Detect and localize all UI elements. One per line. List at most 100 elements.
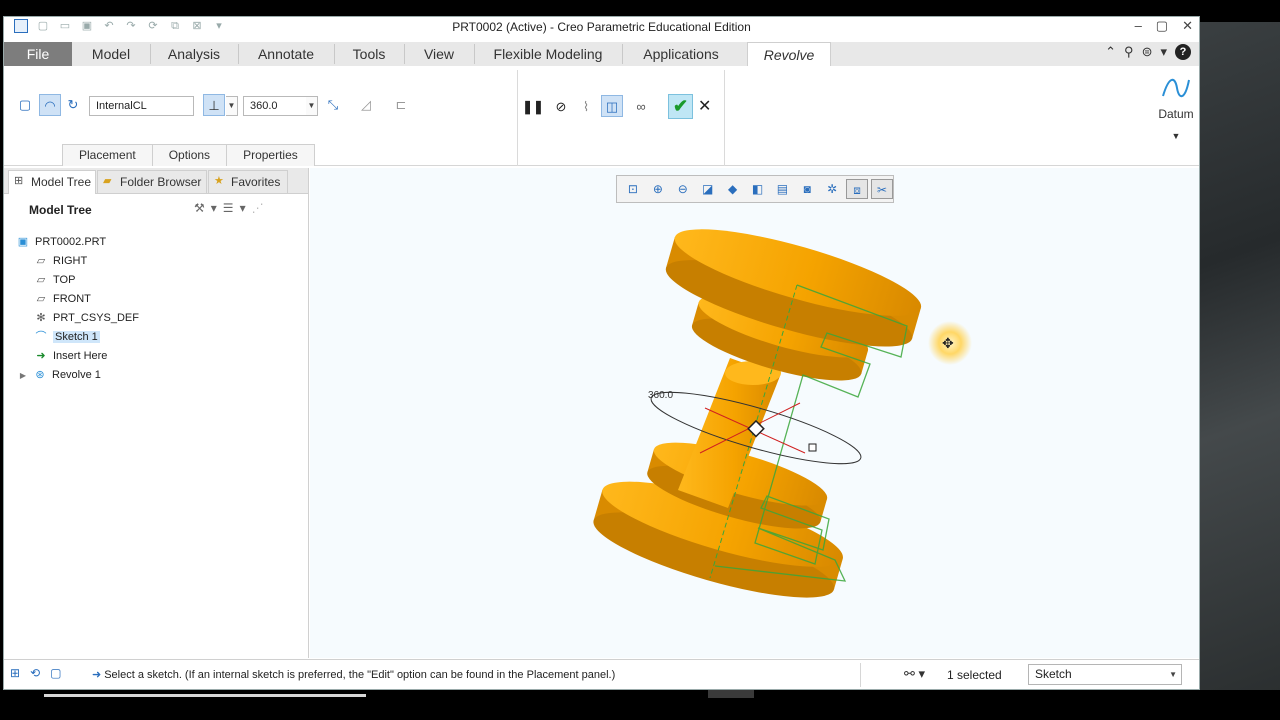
message-arrow-icon: ➜ [92, 669, 102, 681]
ribbon-tabs: File Model Analysis Annotate Tools View … [4, 42, 1199, 66]
search-icon[interactable]: ⚲ [1124, 44, 1134, 60]
tab-model-tree[interactable]: ⊞ Model Tree [8, 170, 96, 194]
tab-divider [622, 44, 623, 64]
no-preview-icon[interactable]: ⊘ [550, 96, 572, 118]
tree-settings-dropdown-icon[interactable]: ▾ [211, 201, 217, 215]
tab-placement[interactable]: Placement [62, 144, 153, 166]
help-icon[interactable]: ? [1175, 44, 1191, 60]
tab-model[interactable]: Model [74, 42, 148, 66]
tree-node-csys[interactable]: ✻ PRT_CSYS_DEF [34, 309, 139, 327]
tab-flexible-modeling[interactable]: Flexible Modeling [476, 42, 620, 66]
show-dropdown-icon[interactable]: ▾ [240, 201, 246, 215]
collapse-ribbon-icon[interactable]: ⌃ [1105, 44, 1116, 60]
tree-filter-icon[interactable]: ⋰ [252, 201, 264, 215]
angle-input[interactable]: 360.0 [243, 96, 307, 116]
tab-applications[interactable]: Applications [624, 42, 738, 66]
solid-icon[interactable]: ▢ [14, 94, 36, 116]
find-icon[interactable]: ⚯ ▾ [904, 666, 925, 682]
tree-node-front[interactable]: ▱ FRONT [34, 290, 91, 308]
window-title: PRT0002 (Active) - Creo Parametric Educa… [452, 20, 751, 34]
bottom-black-bar [0, 690, 1280, 720]
revolved-spool-model[interactable] [586, 212, 928, 614]
navigator-panel: ⊞ Model Tree ▰ Folder Browser ★ Favorite… [4, 168, 309, 658]
tab-favorites-label: Favorites [231, 175, 281, 189]
angle-type-dropdown[interactable]: ▼ [226, 96, 238, 116]
status-bar: ⊞ ⟲ ▢ ➜ Select a sketch. (If an internal … [4, 659, 1199, 689]
tab-model-tree-label: Model Tree [31, 175, 92, 189]
datum-plane-icon: ▱ [36, 255, 46, 267]
video-progress [44, 694, 366, 697]
status-divider [860, 663, 861, 687]
dropdown-icon[interactable]: ▾ [1160, 44, 1167, 60]
ribbon-right-tools: ⌃ ⚲ ⊜ ▾ ? [1105, 44, 1191, 60]
datum-group[interactable]: Datum ▼ [1156, 74, 1196, 141]
tree-header: Model Tree ⚒ ▾ ☰ ▾ ⋰ [4, 200, 308, 222]
tree-node-top[interactable]: ▱ TOP [34, 271, 76, 289]
tab-tools[interactable]: Tools [336, 42, 402, 66]
window-controls: – ▢ ✕ [1135, 18, 1193, 34]
ok-button[interactable]: ✔ [668, 94, 693, 119]
angle-type-icon[interactable]: ⊥ [203, 94, 225, 116]
tree-node-right[interactable]: ▱ RIGHT [34, 252, 87, 270]
tab-analysis[interactable]: Analysis [152, 42, 236, 66]
attached-preview-icon[interactable]: ⌇ [575, 96, 597, 118]
datum-plane-icon: ▱ [36, 274, 46, 286]
datum-curve-icon [1162, 78, 1190, 98]
model-view: 360.0 ✥ [586, 212, 972, 614]
filter-dropdown-icon[interactable]: ▼ [1169, 665, 1177, 684]
navigator-toggle-icon[interactable]: ⊞ [10, 666, 20, 680]
selection-filter[interactable]: Sketch ▼ [1028, 664, 1182, 685]
thicken-icon[interactable]: ⊏ [390, 94, 412, 116]
selection-count: 1 selected [947, 668, 1002, 682]
tab-revolve[interactable]: Revolve [747, 42, 831, 66]
tab-divider [474, 44, 475, 64]
tree-title: Model Tree [29, 203, 92, 217]
tab-properties[interactable]: Properties [226, 144, 315, 166]
insert-arrow-icon: ➜ [36, 350, 46, 362]
tab-favorites[interactable]: ★ Favorites [208, 170, 288, 194]
drag-handle-square[interactable] [808, 443, 817, 452]
tab-options[interactable]: Options [151, 144, 228, 166]
tab-divider [238, 44, 239, 64]
rotate-cursor-icon: ✥ [942, 336, 954, 352]
cancel-button[interactable]: ✕ [698, 96, 711, 116]
expand-icon[interactable]: ▶ [18, 367, 28, 385]
close-icon[interactable]: ✕ [1182, 18, 1193, 34]
graphics-area[interactable]: ⊡ ⊕ ⊖ ◪ ◆ ◧ ▤ ◙ ✲ ⧈ ✂ 360.0 ✥ [310, 168, 1199, 658]
browser-toggle-icon[interactable]: ⟲ [30, 666, 40, 680]
tab-file[interactable]: File [4, 42, 72, 66]
tab-annotate[interactable]: Annotate [240, 42, 332, 66]
angle-annotation[interactable]: 360.0 [648, 390, 673, 401]
tree-node-revolve-1[interactable]: ▶ ⊛ Revolve 1 [18, 366, 101, 384]
minimize-icon[interactable]: – [1135, 18, 1142, 34]
tree-tools: ⚒ ▾ ☰ ▾ ⋰ [194, 201, 264, 215]
part-icon: ▣ [17, 236, 29, 248]
angle-dropdown[interactable]: ▼ [306, 96, 318, 116]
fullscreen-icon[interactable]: ▢ [50, 666, 61, 680]
datum-dropdown-icon[interactable]: ▼ [1156, 131, 1196, 141]
title-bar: ▢ ▭ ▣ ↶ ↷ ⟳ ⧉ ⊠ ▾ PRT0002 (Active) - Cre… [4, 17, 1199, 37]
revolve-axis-icon[interactable]: ↻ [62, 94, 84, 116]
surface-icon[interactable]: ◠ [39, 94, 61, 116]
tree-node-sketch-1[interactable]: ⌒ Sketch 1 [34, 328, 100, 346]
verify-mode-icon[interactable]: ∞ [630, 96, 652, 118]
remove-material-icon[interactable]: ◿ [355, 94, 377, 116]
tree-settings-icon[interactable]: ⚒ [194, 201, 205, 215]
dashboard-subtabs: Placement Options Properties [62, 144, 315, 166]
tree-node-insert-here[interactable]: ➜ Insert Here [34, 347, 107, 365]
revolve-icon: ⊛ [35, 369, 45, 381]
detached-preview-icon[interactable]: ◫ [601, 95, 623, 117]
tab-folder-browser[interactable]: ▰ Folder Browser [97, 170, 207, 194]
tree-icon: ⊞ [14, 175, 24, 187]
navigator-tabs: ⊞ Model Tree ▰ Folder Browser ★ Favorite… [4, 168, 308, 194]
tab-view[interactable]: View [406, 42, 472, 66]
dashboard-divider [724, 70, 725, 166]
tree-node-part[interactable]: ▣ PRT0002.PRT [16, 233, 106, 251]
axis-field[interactable]: InternalCL [89, 96, 194, 116]
maximize-icon[interactable]: ▢ [1156, 18, 1168, 34]
selection-filter-value: Sketch [1035, 667, 1072, 681]
pause-icon[interactable]: ❚❚ [522, 96, 544, 118]
flip-direction-icon[interactable]: ⤡ [322, 94, 344, 116]
show-icon[interactable]: ☰ [223, 201, 234, 215]
community-icon[interactable]: ⊜ [1142, 44, 1153, 60]
